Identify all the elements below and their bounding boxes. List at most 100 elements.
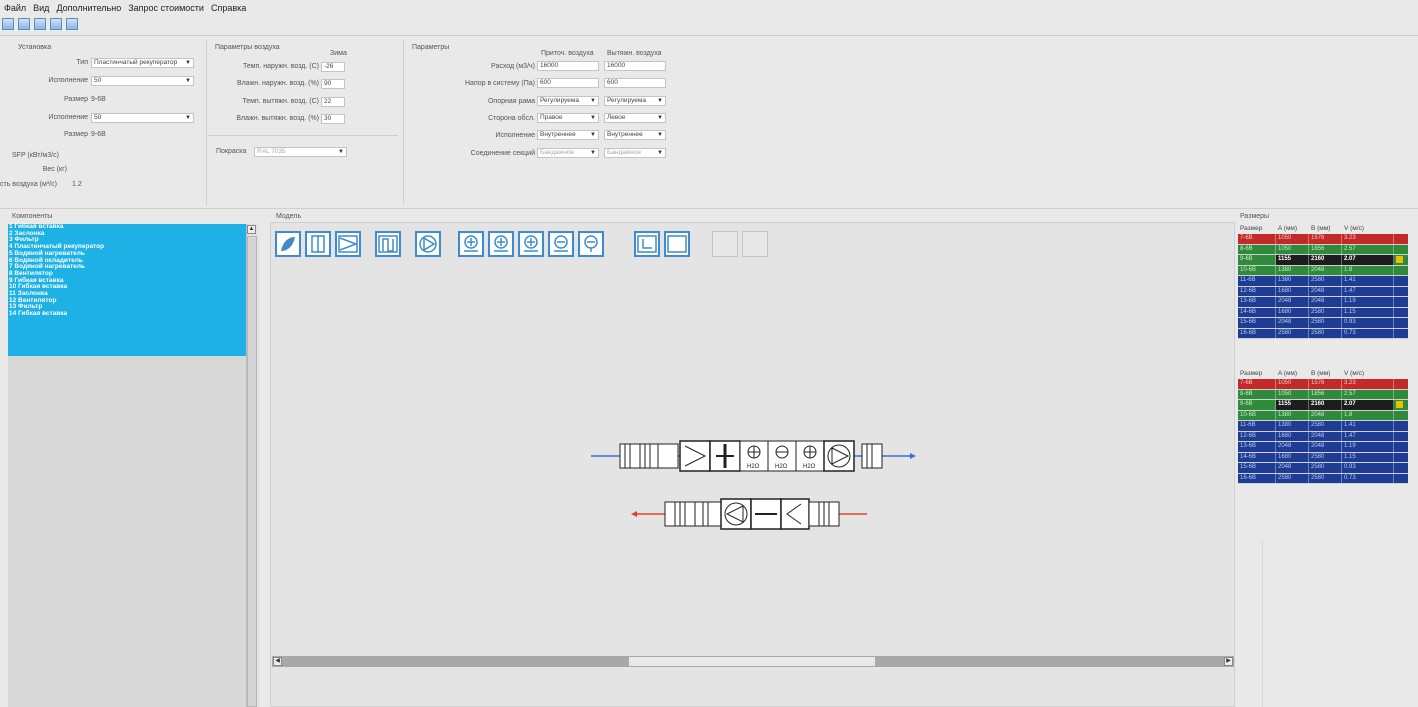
components-scroll-thumb[interactable]: [247, 236, 257, 707]
table-row[interactable]: 16-6В 2580 2580 0.73: [1238, 473, 1408, 484]
unit-schematic[interactable]: H2O H2O H2O: [585, 436, 925, 536]
fan-tool[interactable]: [415, 231, 441, 257]
scroll-right-icon[interactable]: ▶: [1224, 657, 1233, 666]
pressure-exhaust-input[interactable]: 600: [604, 78, 666, 88]
table-row[interactable]: 11-6В 1380 2580 1.41: [1238, 276, 1408, 287]
menu-help[interactable]: Справка: [211, 3, 246, 13]
table-row[interactable]: 8-6В 1050 1856 2.57: [1238, 389, 1408, 400]
section1-select[interactable]: 50 ▼: [91, 76, 194, 86]
cell-b: 2048: [1309, 431, 1342, 441]
chevron-down-icon: ▼: [185, 60, 191, 66]
sizes-table-supply: Размер A (мм) B (мм) V (м/с) 7-6В 1050 157…: [1238, 224, 1408, 339]
heater2-icon: [524, 235, 538, 252]
cell-a: 1680: [1276, 307, 1309, 317]
new-icon[interactable]: [2, 18, 14, 30]
table-row-selected[interactable]: 9-6В 1155 2160 2.07: [1238, 400, 1408, 411]
coil-label: H2O: [775, 464, 788, 470]
sfp-label: SFP (кВт/м3/с): [12, 152, 59, 159]
list-item[interactable]: 14 Гибкая вставка: [8, 310, 246, 318]
size1-value: 9-6В: [91, 96, 106, 103]
execution-exhaust-select[interactable]: Внутреннее ▼: [604, 130, 666, 140]
print-icon[interactable]: [50, 18, 62, 30]
air-row-3-input[interactable]: 30: [321, 114, 345, 124]
help-icon[interactable]: [66, 18, 78, 30]
table-row[interactable]: 8-6В 1050 1856 2.57: [1238, 244, 1408, 255]
filter-tool[interactable]: [335, 231, 361, 257]
service-section-tool[interactable]: [634, 231, 660, 257]
cell-a: 2580: [1276, 328, 1309, 338]
table-row[interactable]: 13-6В 2048 2048 1.19: [1238, 442, 1408, 453]
cell-b: 2580: [1309, 473, 1342, 483]
save-icon[interactable]: [34, 18, 46, 30]
flexible-insert-tool[interactable]: [275, 231, 301, 257]
chevron-down-icon: ▼: [657, 115, 663, 121]
model-hscroll-thumb[interactable]: [629, 657, 875, 666]
table-row[interactable]: 7-6В 1050 1576 3.23: [1238, 234, 1408, 245]
table-row[interactable]: 10-6В 1380 2048 1.8: [1238, 265, 1408, 276]
service-side-exhaust-value: Левое: [607, 114, 626, 121]
pressure-supply-input[interactable]: 600: [537, 78, 599, 88]
sizes-header: Размер A (мм) B (мм) V (м/с): [1238, 224, 1408, 234]
droplet-eliminator-tool[interactable]: [578, 231, 604, 257]
connection-exhaust-value: Бандажное: [607, 149, 642, 156]
section2-select[interactable]: 50 ▼: [91, 113, 194, 123]
heat-recovery-tool[interactable]: [375, 231, 401, 257]
service-side-supply-select[interactable]: Правое ▼: [537, 113, 599, 123]
list-item[interactable]: 2 Заслонка: [8, 230, 246, 238]
menu-price-request[interactable]: Запрос стоимости: [128, 3, 204, 13]
menu-bar: Файл Вид Дополнительно Запрос стоимости …: [0, 0, 1418, 16]
table-row[interactable]: 12-6В 1680 2048 1.47: [1238, 286, 1408, 297]
menu-extra[interactable]: Дополнительно: [56, 3, 121, 13]
flow-exhaust-input[interactable]: 16000: [604, 61, 666, 71]
table-row[interactable]: 13-6В 2048 2048 1.19: [1238, 297, 1408, 308]
table-row[interactable]: 12-6В 1680 2048 1.47: [1238, 431, 1408, 442]
cell-b: 2580: [1309, 328, 1342, 338]
menu-view[interactable]: Вид: [33, 3, 49, 13]
type-select[interactable]: Пластинчатый рекуператор ▼: [91, 58, 194, 68]
humidifier-tool[interactable]: [548, 231, 574, 257]
components-title: Компоненты: [12, 213, 53, 220]
table-row[interactable]: 14-6В 1680 2580 1.15: [1238, 307, 1408, 318]
humidifier-icon: [554, 235, 568, 252]
cell-a: 1380: [1276, 421, 1309, 431]
empty-section-tool[interactable]: [664, 231, 690, 257]
air-row-0-input[interactable]: -26: [321, 62, 345, 72]
menu-file[interactable]: Файл: [4, 3, 26, 13]
open-icon[interactable]: [18, 18, 30, 30]
cooler-tool[interactable]: [488, 231, 514, 257]
air-row-1-input[interactable]: 90: [321, 79, 345, 89]
service-side-exhaust-select[interactable]: Левое ▼: [604, 113, 666, 123]
table-row[interactable]: 16-6В 2580 2580 0.73: [1238, 328, 1408, 339]
table-row[interactable]: 15-6В 2048 2580 0.93: [1238, 318, 1408, 329]
table-row[interactable]: 7-6В 1050 1576 3.23: [1238, 379, 1408, 390]
frame-supply-select[interactable]: Регулируема ▼: [537, 96, 599, 106]
cell-size: 14-6В: [1238, 307, 1276, 317]
cell-size: 10-6В: [1238, 410, 1276, 420]
frame-exhaust-select[interactable]: Регулируема ▼: [604, 96, 666, 106]
cell-a: 2048: [1276, 463, 1309, 473]
table-row[interactable]: 14-6В 1680 2580 1.15: [1238, 452, 1408, 463]
flow-supply-input[interactable]: 16000: [537, 61, 599, 71]
list-item[interactable]: 12 Вентилятор: [8, 297, 246, 305]
fan-icon: [419, 235, 437, 253]
scroll-left-icon[interactable]: ◀: [273, 657, 282, 666]
empty-section-icon: [667, 235, 687, 253]
type-label: Тип: [76, 59, 88, 66]
table-row-selected[interactable]: 9-6В 1155 2160 2.07: [1238, 255, 1408, 266]
col-size-header: Размер: [1240, 370, 1263, 377]
air-row-0-label: Темп. наружн. возд. (С): [242, 63, 319, 70]
table-row[interactable]: 15-6В 2048 2580 0.93: [1238, 463, 1408, 474]
heater-tool[interactable]: [458, 231, 484, 257]
table-row[interactable]: 11-6В 1380 2580 1.41: [1238, 421, 1408, 432]
scroll-up-icon[interactable]: ▲: [247, 225, 256, 234]
params-row-1-label: Напор в систему (Па): [465, 80, 535, 87]
damper-tool[interactable]: [305, 231, 331, 257]
coating-select[interactable]: RAL 7035 ▼: [254, 147, 347, 157]
chevron-down-icon: ▼: [590, 115, 596, 121]
velocity-value: 1.2: [72, 181, 82, 188]
table-row[interactable]: 10-6В 1380 2048 1.8: [1238, 410, 1408, 421]
heater2-tool[interactable]: [518, 231, 544, 257]
cell-b: 2048: [1309, 442, 1342, 452]
execution-supply-select[interactable]: Внутреннее ▼: [537, 130, 599, 140]
air-row-2-input[interactable]: 22: [321, 97, 345, 107]
